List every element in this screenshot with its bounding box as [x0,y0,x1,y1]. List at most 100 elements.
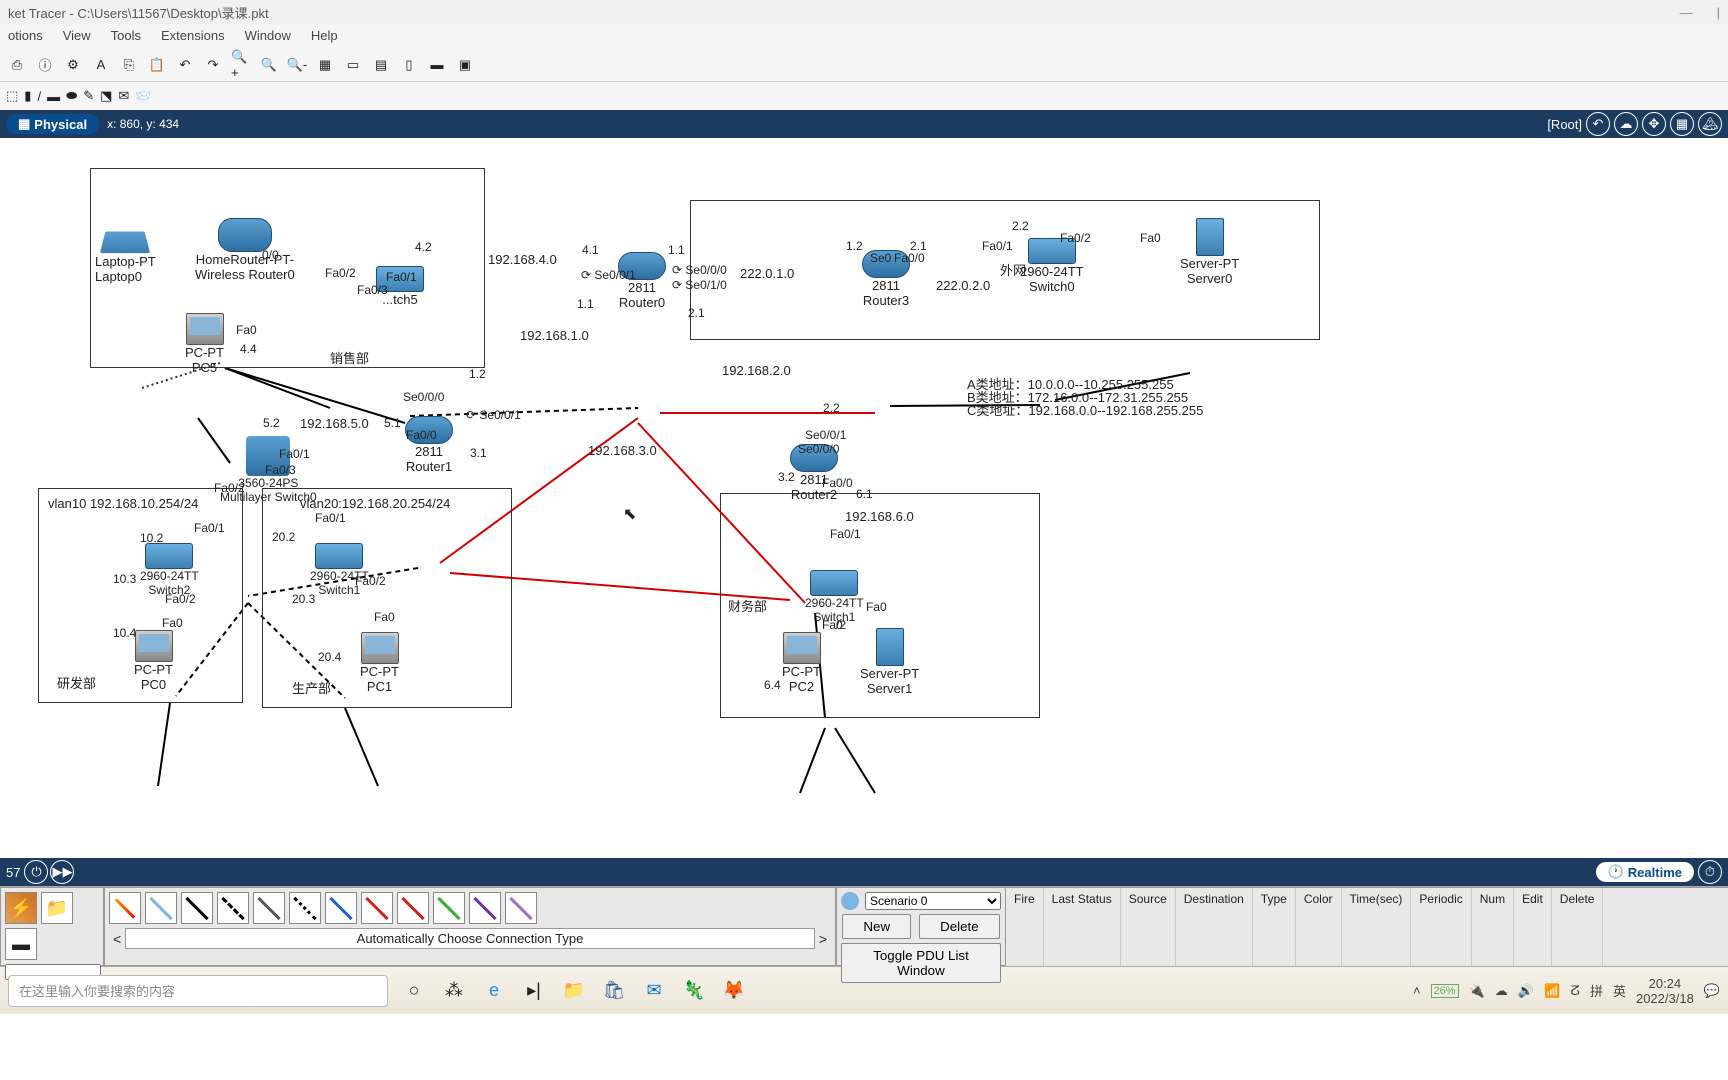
menu-help[interactable]: Help [311,28,338,44]
sim-button[interactable]: ⏱ [1698,860,1722,884]
line-icon[interactable]: / [37,89,41,104]
ime-pinyin-icon[interactable]: 拼 [1590,981,1603,1000]
bg-button[interactable]: 🏔 [1698,112,1722,136]
device-pc5[interactable]: PC-PT PC5 [185,313,224,375]
col-edit[interactable]: Edit [1514,888,1552,966]
app-icon[interactable]: ⁂ [440,977,468,1005]
scroll-left[interactable]: < [109,931,125,947]
conn-console[interactable] [145,892,177,924]
resize-icon[interactable]: ⬔ [100,88,112,104]
conn-coax[interactable] [325,892,357,924]
device-icon[interactable]: ▬ [426,54,448,76]
cat-switch-icon[interactable]: ▬ [5,928,37,960]
redo-icon[interactable]: ↷ [202,54,224,76]
zoom-in-icon[interactable]: 🔍+ [230,54,252,76]
scroll-right[interactable]: > [815,931,831,947]
menu-extensions[interactable]: Extensions [161,28,225,44]
note2-icon[interactable]: ▮ [24,88,31,104]
device-router1[interactable]: 2811 Router1 [405,416,453,474]
notifications-icon[interactable]: 💬 [1704,983,1720,999]
new-button[interactable]: New [842,914,911,939]
back-button[interactable]: ↶ [1586,112,1610,136]
zoom-out-icon[interactable]: 🔍- [286,54,308,76]
tool2-icon[interactable]: A [90,54,112,76]
copy-icon[interactable]: ⎘ [118,54,140,76]
device-pc0[interactable]: PC-PT PC0 [134,630,173,692]
envelope-icon[interactable]: ✉ [118,88,129,104]
move-button[interactable]: ✥ [1642,112,1666,136]
power-button[interactable]: ⏻ [24,860,48,884]
cortana-icon[interactable]: ○ [400,977,428,1005]
conn-phone[interactable] [289,892,321,924]
tray-up-icon[interactable]: ˄ [1413,983,1421,998]
conn-cross[interactable] [217,892,249,924]
paste-icon[interactable]: 📋 [146,54,168,76]
device-switch1-prod[interactable]: 2960-24TT Switch1 [310,543,369,597]
firefox-icon[interactable]: 🦊 [720,977,748,1005]
envelope2-icon[interactable]: 📨 [135,88,151,104]
tool-icon[interactable]: ⚙ [62,54,84,76]
conn-custom[interactable] [505,892,537,924]
select-icon[interactable]: ⬚ [6,88,18,104]
col-periodic[interactable]: Periodic [1411,888,1471,966]
note-icon[interactable]: ▯ [398,54,420,76]
info-icon[interactable]: ⓘ [34,54,56,76]
explorer-icon[interactable]: 📁 [560,977,588,1005]
bluetooth-icon[interactable]: ⵒ [1570,983,1580,999]
device-laptop0[interactable]: Laptop-PT Laptop0 [95,228,156,284]
device-server0[interactable]: Server-PT Server0 [1180,218,1239,286]
cloud-button[interactable]: ☁ [1614,112,1638,136]
col-type[interactable]: Type [1253,888,1296,966]
col-color[interactable]: Color [1296,888,1342,966]
conn-serial-dte[interactable] [397,892,429,924]
col-delete[interactable]: Delete [1552,888,1604,966]
col-laststatus[interactable]: Last Status [1044,888,1121,966]
device-pc1[interactable]: PC-PT PC1 [360,632,399,694]
menu-view[interactable]: View [63,28,91,44]
grid-icon[interactable]: ▦ [314,54,336,76]
mail-icon[interactable]: ✉ [640,977,668,1005]
edge-icon[interactable]: e [480,977,508,1005]
toggle-pdu-button[interactable]: Toggle PDU List Window [841,943,1001,983]
zoom-reset-icon[interactable]: 🔍 [258,54,280,76]
col-dest[interactable]: Destination [1176,888,1253,966]
layout-icon[interactable]: ▭ [342,54,364,76]
close-button[interactable]: | [1717,5,1720,20]
onedrive-icon[interactable]: ☁ [1495,983,1508,999]
scenario-select[interactable]: Scenario 0 [865,892,1001,910]
delete-button[interactable]: Delete [919,914,1000,939]
conn-usb[interactable] [469,892,501,924]
undo-icon[interactable]: ↶ [174,54,196,76]
physical-tab[interactable]: ▦ Physical [6,114,99,134]
col-source[interactable]: Source [1121,888,1176,966]
step-button[interactable]: ▶▶ [50,860,74,884]
conn-auto[interactable] [109,892,141,924]
workspace[interactable]: Laptop-PT Laptop0 HomeRouter-PT- Wireles… [0,138,1728,858]
device-switch2[interactable]: 2960-24TT Switch2 [140,543,199,597]
menu-window[interactable]: Window [245,28,291,44]
menu-tools[interactable]: Tools [111,28,141,44]
conn-octal[interactable] [433,892,465,924]
col-num[interactable]: Num [1472,888,1514,966]
freeform-icon[interactable]: ✎ [83,88,94,104]
grid-button[interactable]: ▦ [1670,112,1694,136]
sound-icon[interactable]: 🔊 [1518,983,1534,999]
wifi-icon[interactable]: 📶 [1544,983,1560,999]
battery-icon[interactable]: 26% [1431,984,1459,998]
minimize-button[interactable]: — [1680,5,1693,20]
taskview-icon[interactable]: ▸| [520,977,548,1005]
print-icon[interactable]: ⎙ [6,54,28,76]
app2-icon[interactable]: 🦎 [680,977,708,1005]
device-wireless-router[interactable]: HomeRouter-PT- Wireless Router0 [195,218,295,282]
cat-router-icon[interactable]: 📁 [41,892,73,924]
conn-straight[interactable] [181,892,213,924]
layout2-icon[interactable]: ▤ [370,54,392,76]
ime-lang[interactable]: 英 [1613,981,1626,1000]
col-time[interactable]: Time(sec) [1342,888,1412,966]
clock[interactable]: 20:242022/3/18 [1636,976,1694,1006]
device-server1[interactable]: Server-PT Server1 [860,628,919,696]
realtime-button[interactable]: 🕐 Realtime [1596,862,1694,882]
rect-icon[interactable]: ▬ [47,89,60,104]
col-fire[interactable]: Fire [1006,888,1044,966]
panel-icon[interactable]: ▣ [454,54,476,76]
